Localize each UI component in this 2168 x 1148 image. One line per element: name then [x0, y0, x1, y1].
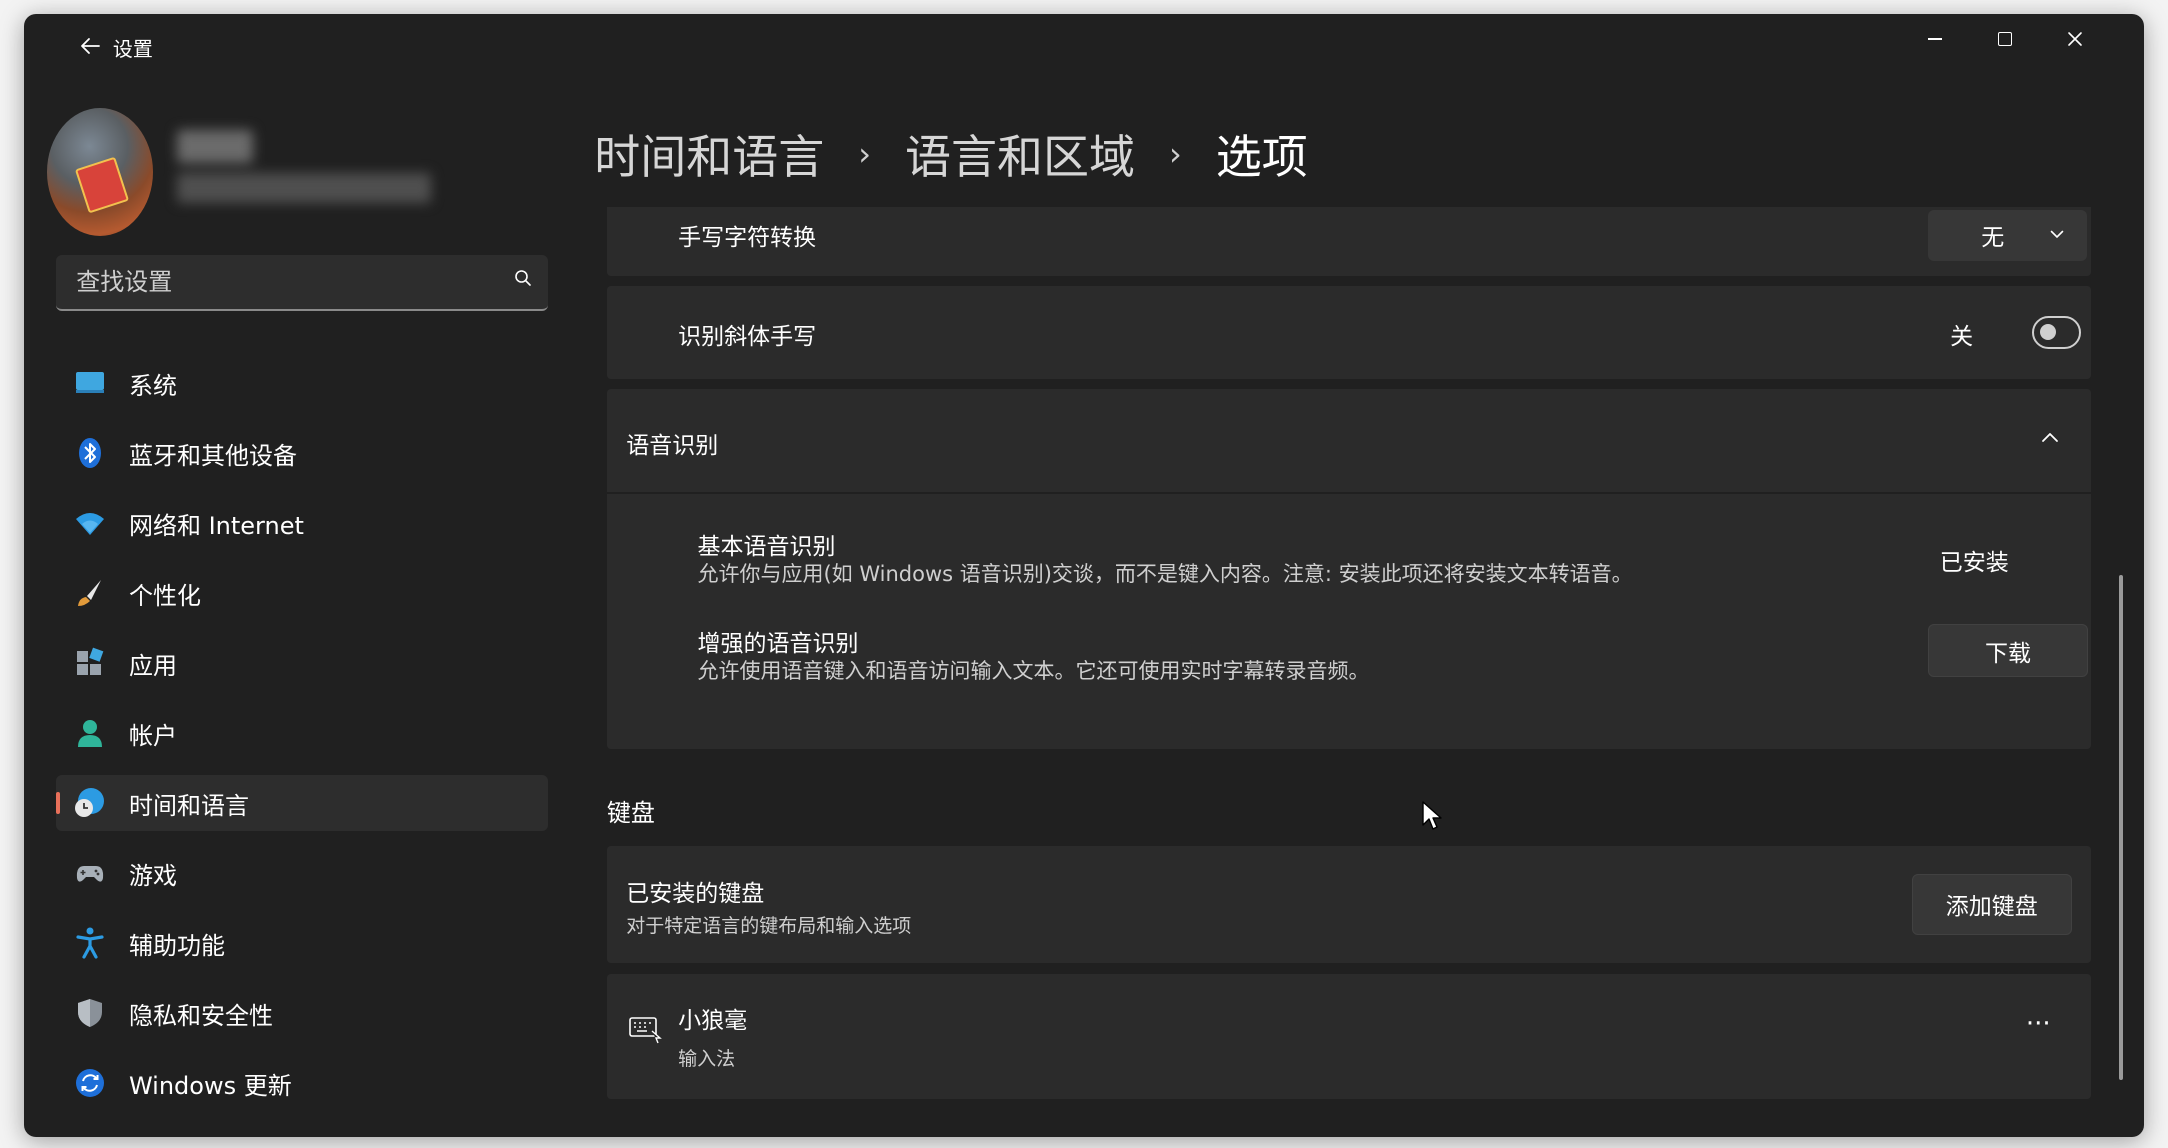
breadcrumb-separator: ›: [1169, 135, 1182, 174]
basic-speech-status: 已安装: [1939, 549, 2009, 576]
add-keyboard-button[interactable]: 添加键盘: [1911, 873, 2072, 935]
sidebar-item-windows-update[interactable]: Windows 更新: [56, 1055, 548, 1111]
sidebar-item-privacy[interactable]: 隐私和安全性: [56, 985, 548, 1041]
speech-expander-body: 基本语音识别 允许你与应用(如 Windows 语音识别)交谈，而不是键入内容。…: [606, 494, 2092, 749]
chevron-up-icon[interactable]: [2041, 432, 2059, 443]
minimize-button[interactable]: [1900, 14, 1970, 64]
wifi-icon: [75, 513, 104, 536]
settings-window: 设置 系统 蓝牙和其他设备: [23, 13, 2145, 1137]
toggle-state-label: 关: [1950, 324, 1974, 351]
enhanced-speech-title: 增强的语音识别: [697, 631, 859, 657]
close-button[interactable]: [2040, 14, 2110, 64]
page-title: 选项: [1215, 130, 1308, 185]
sidebar-item-label: 蓝牙和其他设备: [128, 441, 297, 470]
title-bar: 设置: [24, 14, 2144, 77]
back-arrow-icon: [80, 38, 100, 55]
system-monitor-icon: [75, 372, 104, 394]
sidebar-item-accessibility[interactable]: 辅助功能: [56, 915, 548, 971]
breadcrumb: 时间和语言 › 语言和区域 › 选项: [594, 115, 1308, 194]
basic-speech-desc: 允许你与应用(如 Windows 语音识别)交谈，而不是键入内容。注意: 安装此…: [697, 561, 1633, 586]
sidebar-item-label: Windows 更新: [128, 1071, 292, 1100]
toggle-knob: [2040, 323, 2057, 340]
italic-handwriting-toggle[interactable]: [2031, 315, 2081, 350]
basic-speech-title: 基本语音识别: [697, 534, 836, 561]
installed-keyboards-title: 已安装的键盘: [626, 880, 765, 907]
search-input[interactable]: [55, 255, 474, 310]
close-icon: [2068, 32, 2083, 46]
user-info-blurred: [176, 126, 431, 211]
italic-handwriting-row: 识别斜体手写 关: [606, 285, 2092, 379]
sidebar-item-label: 应用: [128, 651, 177, 680]
sidebar-item-label: 帐户: [128, 721, 177, 750]
sidebar-item-gaming[interactable]: 游戏: [56, 845, 548, 901]
keyboard-item-type: 输入法: [678, 1048, 736, 1071]
handwriting-conversion-row: 手写字符转换 无: [606, 206, 2092, 276]
sidebar-item-time-language[interactable]: 时间和语言: [55, 775, 548, 832]
sidebar-item-label: 网络和 Internet: [128, 511, 304, 540]
apps-icon: [76, 647, 104, 676]
paintbrush-icon: [77, 580, 101, 607]
account-icon: [77, 720, 102, 748]
avatar-image: [74, 156, 130, 214]
download-button[interactable]: 下载: [1927, 624, 2089, 678]
sidebar-item-label: 辅助功能: [128, 931, 225, 960]
time-language-icon: [74, 788, 104, 818]
settings-content: 手写字符转换 无 识别斜体手写 关 语音识别 基本语音识别 允许你与应用(如 W…: [606, 206, 2092, 1137]
keyboard-item-row[interactable]: 小狼毫 输入法 ···: [606, 973, 2092, 1100]
breadcrumb-item-time-language[interactable]: 时间和语言: [594, 121, 824, 187]
more-options-button[interactable]: ···: [2026, 1009, 2051, 1039]
scrollbar[interactable]: [2118, 575, 2123, 1081]
enhanced-speech-desc: 允许使用语音键入和语音访问输入文本。它还可使用实时字幕转录音频。: [697, 658, 1370, 683]
window-title: 设置: [112, 36, 153, 61]
sidebar-item-system[interactable]: 系统: [56, 355, 548, 411]
keyboard-item-name: 小狼毫: [678, 1008, 748, 1035]
avatar[interactable]: [47, 108, 154, 237]
bluetooth-icon: [78, 438, 101, 469]
chevron-down-icon: [2051, 230, 2064, 239]
installed-keyboards-row: 已安装的键盘 对于特定语言的键布局和输入选项 添加键盘: [606, 845, 2092, 963]
search-box[interactable]: [55, 255, 548, 312]
gamepad-icon: [76, 866, 103, 882]
speech-section-title: 语音识别: [626, 433, 719, 460]
sidebar-item-label: 个性化: [128, 581, 201, 610]
maximize-icon: [1998, 31, 2013, 46]
sidebar-item-personalization[interactable]: 个性化: [56, 565, 548, 621]
installed-keyboards-desc: 对于特定语言的键布局和输入选项: [626, 915, 912, 938]
sidebar-item-label: 时间和语言: [128, 791, 249, 820]
sidebar-item-apps[interactable]: 应用: [56, 635, 548, 691]
sidebar-item-accounts[interactable]: 帐户: [56, 705, 548, 761]
sidebar-item-label: 游戏: [128, 861, 177, 890]
minimize-icon: [1928, 38, 1943, 40]
sidebar-item-bluetooth[interactable]: 蓝牙和其他设备: [56, 425, 548, 481]
breadcrumb-separator: ›: [858, 135, 871, 174]
keyboard-icon: [628, 1017, 662, 1044]
maximize-button[interactable]: [1970, 14, 2040, 64]
mouse-cursor-icon: [1422, 800, 1442, 830]
sidebar-item-label: 隐私和安全性: [128, 1001, 273, 1030]
windows-update-icon: [75, 1069, 104, 1098]
accessibility-icon: [76, 927, 104, 959]
handwriting-conversion-label: 手写字符转换: [678, 224, 817, 251]
sidebar-nav: 系统 蓝牙和其他设备 网络和 Internet 个性化 应用 帐户 时间和语言 …: [55, 355, 548, 1125]
speech-expander-header[interactable]: 语音识别: [606, 389, 2092, 493]
keyboard-section-title: 键盘: [606, 798, 655, 827]
handwriting-conversion-dropdown[interactable]: 无: [1927, 209, 2087, 261]
sidebar-item-network[interactable]: 网络和 Internet: [56, 495, 548, 551]
breadcrumb-item-language-region[interactable]: 语言和区域: [905, 121, 1135, 187]
sidebar-item-label: 系统: [128, 371, 177, 400]
search-icon[interactable]: [514, 269, 532, 287]
italic-handwriting-label: 识别斜体手写: [678, 324, 817, 351]
shield-icon: [77, 999, 102, 1028]
dropdown-value: 无: [1981, 225, 2005, 252]
